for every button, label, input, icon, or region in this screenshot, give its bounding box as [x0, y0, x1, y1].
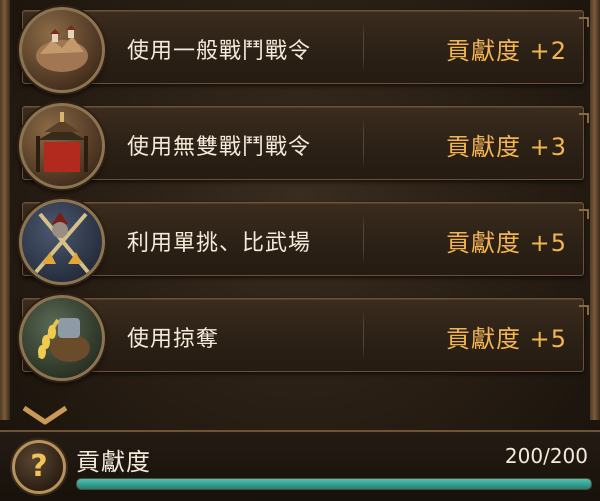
- row-label: 使用掠奪: [127, 327, 220, 352]
- row-label: 利用單挑、比武場: [127, 231, 312, 256]
- map-terrain-icon: [19, 7, 105, 93]
- row-divider: [363, 309, 364, 361]
- row-reward: 貢獻度 +5: [445, 325, 567, 353]
- contribution-status-bar: ? 貢獻度 200/200: [0, 430, 600, 501]
- contribution-row-general-battle[interactable]: 使用一般戰鬥戰令 貢獻度 +2: [19, 7, 589, 93]
- chevron-down-icon: [22, 405, 68, 425]
- contribution-row-duel-arena[interactable]: 利用單挑、比武場 貢獻度 +5: [19, 199, 589, 285]
- help-button[interactable]: ?: [12, 440, 66, 494]
- panel-right-border: [590, 0, 600, 420]
- contribution-progress-fill: [77, 479, 591, 489]
- contribution-row-plunder[interactable]: 使用掠奪 貢獻度 +5: [19, 295, 589, 381]
- crossed-spears-icon: [19, 199, 105, 285]
- panel-left-border: [0, 0, 10, 420]
- row-label: 使用無雙戰鬥戰令: [127, 135, 312, 160]
- contribution-progress-bar: [76, 478, 592, 490]
- row-reward: 貢獻度 +5: [445, 229, 567, 257]
- contribution-row-musou-battle[interactable]: 使用無雙戰鬥戰令 貢獻度 +3: [19, 103, 589, 189]
- contribution-title: 貢獻度: [76, 448, 151, 476]
- row-reward: 貢獻度 +3: [445, 133, 567, 161]
- question-mark-icon: ?: [30, 449, 48, 484]
- row-reward: 貢獻度 +2: [445, 37, 567, 65]
- plunder-grain-icon: [19, 295, 105, 381]
- row-label: 使用一般戰鬥戰令: [127, 39, 312, 64]
- row-divider: [363, 213, 364, 265]
- row-divider: [363, 21, 364, 73]
- collapse-chevron-button[interactable]: [18, 404, 72, 428]
- pagoda-banner-icon: [19, 103, 105, 189]
- contribution-panel: 使用一般戰鬥戰令 貢獻度 +2 使用無雙戰鬥戰令 貢獻度 +3 利用單挑、比武場…: [0, 0, 600, 501]
- contribution-value: 200/200: [504, 444, 588, 468]
- row-divider: [363, 117, 364, 169]
